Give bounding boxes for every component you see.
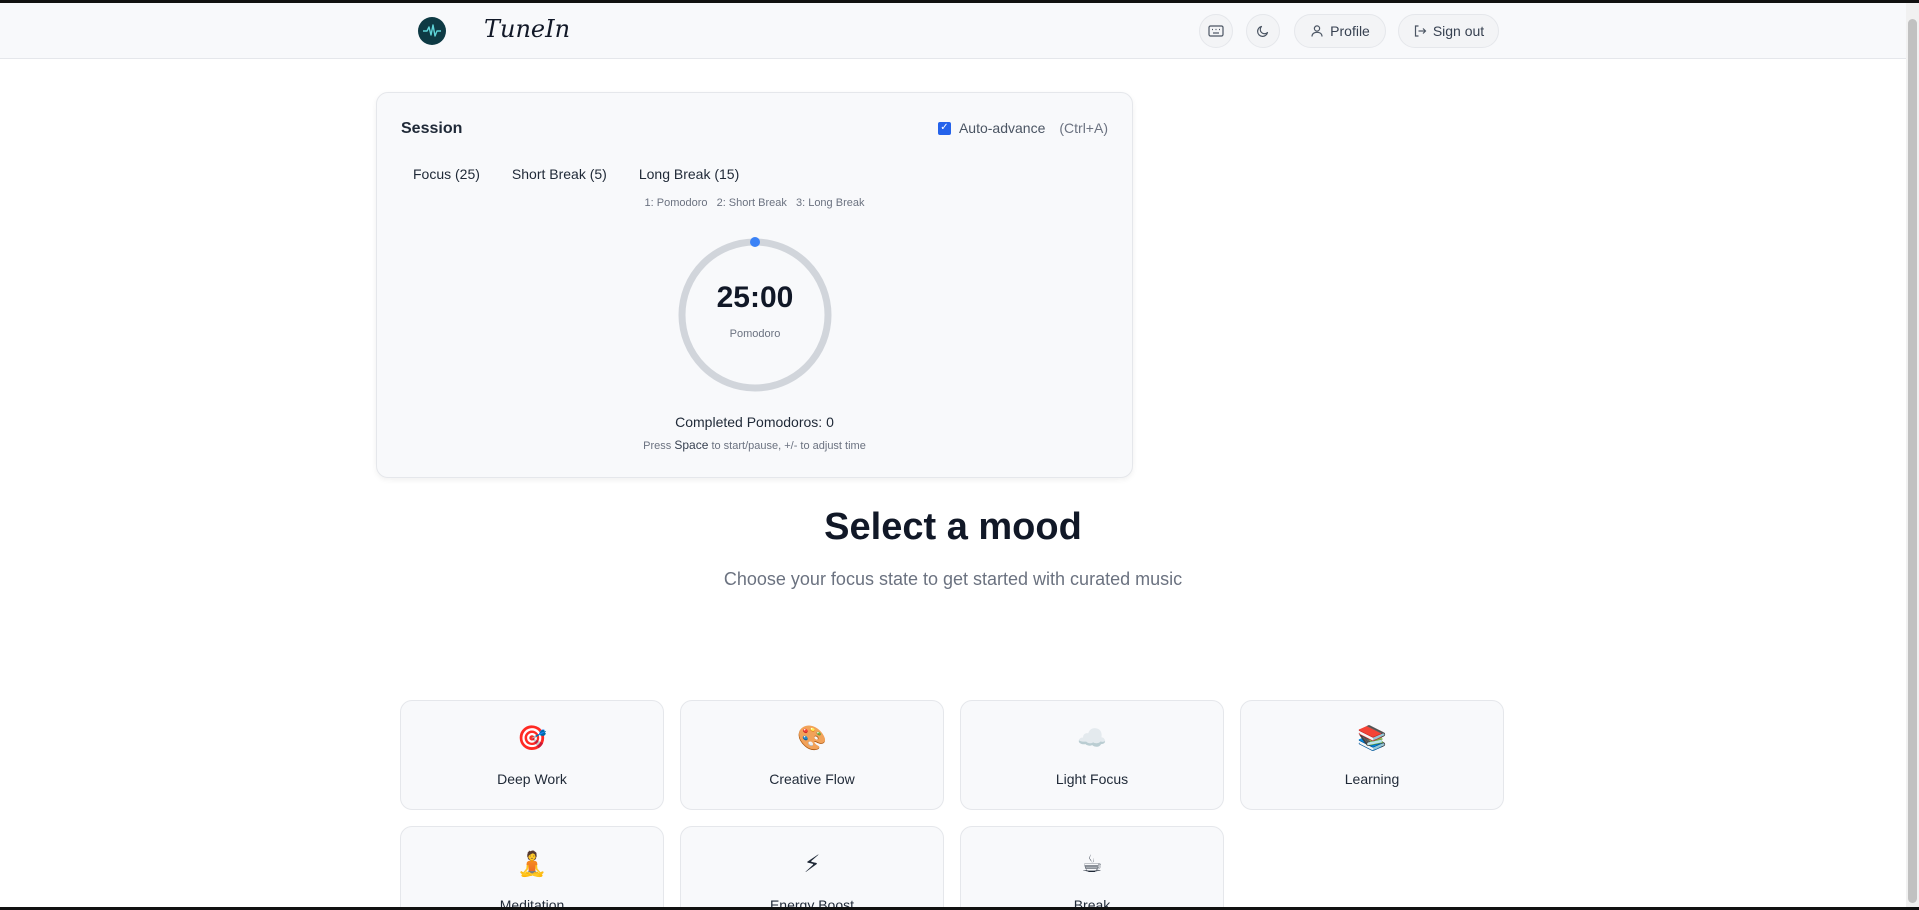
tab-focus[interactable]: Focus (25) <box>401 163 492 185</box>
timer-track <box>678 238 832 392</box>
timer-progress-ring <box>678 237 832 392</box>
timer-progress-marker <box>750 237 760 247</box>
hint-pomodoro: 1: Pomodoro <box>644 197 708 209</box>
tab-short-break[interactable]: Short Break (5) <box>500 163 619 185</box>
lightning-icon: ⚡ <box>803 851 821 878</box>
mood-label: Creative Flow <box>769 771 855 787</box>
mood-label: Deep Work <box>497 771 567 787</box>
mood-card-creative-flow[interactable]: 🎨 Creative Flow <box>680 700 944 810</box>
session-title: Session <box>401 120 463 137</box>
shortcut-prefix: Press <box>643 440 675 452</box>
hint-short-break: 2: Short Break <box>716 197 787 209</box>
theme-toggle-button[interactable] <box>1246 14 1280 48</box>
mood-label: Learning <box>1344 771 1400 787</box>
timer-shortcut-help: Press Space to start/pause, +/- to adjus… <box>377 438 1132 452</box>
keyboard-icon <box>1208 25 1224 37</box>
profile-button[interactable]: Profile <box>1294 14 1386 48</box>
auto-advance-label: Auto-advance <box>958 120 1046 136</box>
target-icon: 🎯 <box>517 725 547 752</box>
user-icon <box>1311 25 1323 37</box>
profile-label: Profile <box>1330 23 1370 39</box>
meditation-icon: 🧘 <box>517 851 547 878</box>
moon-icon <box>1257 25 1269 37</box>
tab-long-break[interactable]: Long Break (15) <box>627 163 751 185</box>
timer-mode-label: Pomodoro <box>729 328 781 340</box>
mood-heading: Select a mood <box>824 506 1082 548</box>
cloud-icon: ☁️ <box>1077 725 1107 752</box>
sign-out-button[interactable]: Sign out <box>1398 14 1499 48</box>
mood-card-light-focus[interactable]: ☁️ Light Focus <box>960 700 1224 810</box>
coffee-icon: ☕ <box>1081 851 1103 878</box>
keyboard-shortcuts-button[interactable] <box>1199 14 1233 48</box>
auto-advance-toggle[interactable]: ✓ Auto-advance (Ctrl+A) <box>937 120 1108 136</box>
top-navbar: TuneIn Profile Sign out <box>0 3 1906 59</box>
hint-long-break: 3: Long Break <box>795 197 865 209</box>
pulse-icon <box>423 24 441 37</box>
auto-advance-checkbox[interactable]: ✓ <box>937 121 951 135</box>
mood-card-meditation[interactable]: 🧘 Meditation <box>400 826 664 910</box>
mood-card-deep-work[interactable]: 🎯 Deep Work <box>400 700 664 810</box>
completed-pomodoros: Completed Pomodoros: 0 <box>675 414 834 430</box>
mood-card-energy-boost[interactable]: ⚡ Energy Boost <box>680 826 944 910</box>
session-mode-tabs: Focus (25) Short Break (5) Long Break (1… <box>401 163 751 185</box>
page-scrollbar[interactable] <box>1906 3 1919 907</box>
app-logo[interactable] <box>418 17 446 45</box>
session-panel: Session ✓ Auto-advance (Ctrl+A) Focus (2… <box>376 92 1133 478</box>
timer-ring[interactable]: 25:00 Pomodoro <box>677 237 833 393</box>
books-icon: 📚 <box>1357 725 1387 752</box>
mode-shortcut-hints: 1: Pomodoro 2: Short Break 3: Long Break <box>377 197 1132 209</box>
palette-icon: 🎨 <box>797 725 827 752</box>
logout-icon <box>1414 25 1427 37</box>
brand-name[interactable]: TuneIn <box>484 15 570 43</box>
scrollbar-thumb[interactable] <box>1908 19 1917 903</box>
auto-advance-shortcut: (Ctrl+A) <box>1059 120 1108 136</box>
mood-subheading: Choose your focus state to get started w… <box>723 569 1183 589</box>
mood-card-break[interactable]: ☕ Break <box>960 826 1224 910</box>
mood-label: Light Focus <box>1055 771 1129 787</box>
timer-display: 25:00 <box>716 281 794 314</box>
sign-out-label: Sign out <box>1432 23 1485 39</box>
shortcut-suffix: to start/pause, +/- to adjust time <box>708 440 866 452</box>
mood-card-learning[interactable]: 📚 Learning <box>1240 700 1504 810</box>
shortcut-key: Space <box>674 438 709 452</box>
